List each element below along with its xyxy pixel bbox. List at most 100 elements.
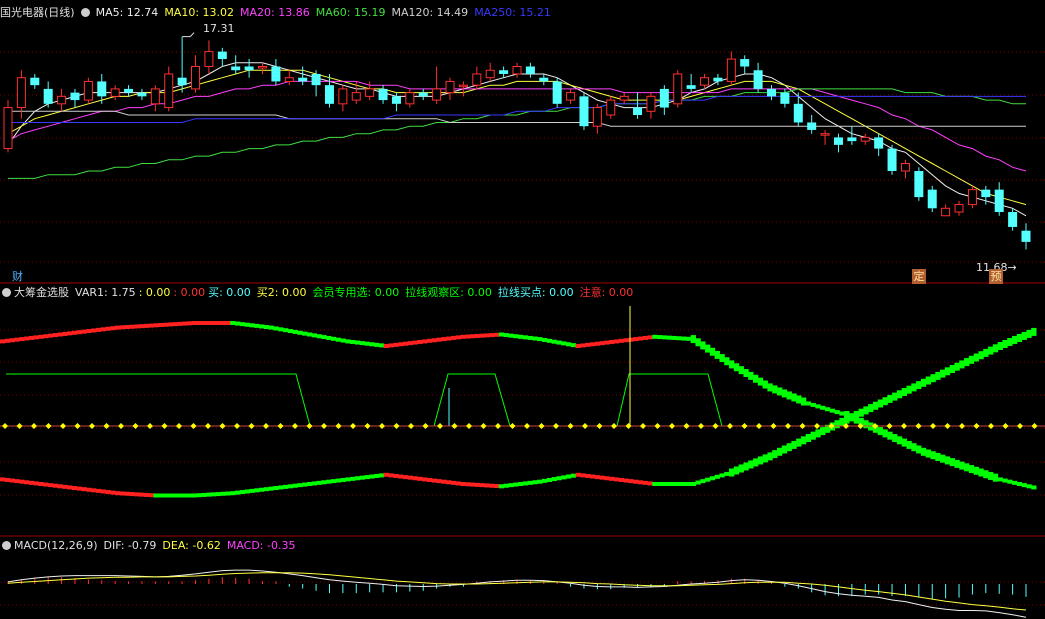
upper-band-segment [124, 325, 130, 330]
indicator-title: 大筹金选股 [14, 286, 69, 299]
lower-band-segment [729, 468, 735, 477]
upper-band-segment [378, 343, 385, 348]
lower-band-segment [412, 476, 418, 481]
diamond-marker [248, 423, 255, 429]
upper-band-segment [791, 393, 797, 402]
lower-band-segment [0, 477, 6, 482]
lower-band-segment [705, 477, 711, 482]
lower-band-segment [287, 484, 294, 489]
fixed-badge[interactable]: 定 [912, 269, 926, 284]
lower-band-segment [954, 362, 960, 371]
upper-band-segment [0, 339, 6, 344]
upper-band-segment [244, 322, 250, 327]
upper-band-segment [383, 344, 389, 348]
lower-band-segment [518, 482, 524, 486]
upper-band-segment [676, 336, 682, 341]
lower-band-segment [115, 491, 121, 496]
diamond-marker [654, 423, 661, 429]
upper-band-segment [100, 327, 107, 332]
diamond-marker [74, 423, 81, 429]
var1-label: VAR1: 1.75 [75, 286, 136, 299]
lower-band-segment [38, 482, 44, 486]
indicator-pane[interactable] [0, 306, 1045, 498]
candle-body [177, 77, 187, 86]
lower-band-segment [311, 481, 318, 486]
candle-body [365, 88, 375, 97]
lower-band-segment [43, 482, 49, 487]
candle-body [378, 88, 388, 101]
candle-body [981, 189, 991, 198]
lower-band-segment [4, 477, 11, 482]
upper-band-segment [196, 321, 202, 325]
upper-band-segment [153, 323, 159, 328]
upper-band-segment [1021, 483, 1027, 488]
high-marker [182, 32, 195, 38]
candle-body [633, 107, 643, 116]
lower-band-segment [983, 348, 989, 357]
lower-band-segment [911, 383, 917, 392]
lower-band-segment [95, 488, 102, 493]
upper-band-segment [489, 333, 495, 338]
upper-band-segment [824, 407, 831, 412]
forecast-badge[interactable]: 预 [989, 269, 1003, 284]
lower-band-segment [997, 342, 1003, 350]
upper-band-segment [388, 343, 394, 348]
lower-band-segment [33, 481, 39, 486]
upper-band-segment [983, 470, 989, 479]
settings-circle-icon[interactable] [2, 541, 11, 550]
lower-band-segment [239, 490, 246, 495]
upper-band-segment [19, 337, 25, 342]
upper-band-segment [796, 395, 802, 404]
candle-body [3, 107, 13, 150]
diamond-marker [16, 423, 23, 429]
lower-band-segment [14, 479, 20, 484]
settings-circle-icon[interactable] [80, 8, 90, 17]
upper-band-segment [316, 334, 322, 339]
upper-band-segment [67, 331, 73, 336]
upper-band-segment [575, 344, 581, 348]
settings-circle-icon[interactable] [2, 288, 11, 297]
lower-band-segment [652, 482, 658, 486]
lower-band-segment [565, 474, 572, 479]
upper-band-segment [350, 339, 356, 344]
upper-band-segment [470, 334, 476, 339]
candle-body [606, 99, 616, 116]
finance-badge[interactable]: 财 [12, 268, 23, 284]
lower-band-segment [19, 479, 25, 484]
macd-pane[interactable] [7, 569, 1027, 618]
upper-band-segment [292, 329, 298, 334]
lower-band-segment [868, 404, 874, 413]
lower-band-segment [757, 456, 764, 465]
upper-band-segment [800, 397, 807, 406]
candle-body [780, 92, 790, 104]
upper-band-segment [714, 350, 720, 359]
candlestick-pane[interactable] [3, 32, 1031, 250]
ma10-label: MA10: 13.02 [164, 6, 235, 19]
upper-band-segment [508, 333, 514, 338]
lower-band-segment [527, 480, 533, 485]
upper-band-segment [537, 337, 543, 342]
upper-band-segment [259, 324, 265, 329]
lower-band-segment [858, 408, 864, 417]
candle-body [298, 77, 308, 82]
lower-band-segment [182, 493, 188, 498]
upper-band-segment [273, 326, 279, 331]
upper-band-segment [177, 321, 183, 326]
lower-band-segment [354, 476, 361, 481]
lower-band-segment [940, 369, 946, 378]
lower-band-segment [978, 351, 984, 360]
candle-body [673, 73, 683, 105]
diamond-marker [45, 423, 52, 429]
diamond-marker [321, 423, 327, 429]
lower-band-segment [249, 488, 255, 493]
upper-band-segment [201, 321, 207, 325]
upper-band-segment [781, 389, 788, 398]
lower-band-segment [383, 472, 389, 477]
upper-band-segment [585, 342, 591, 347]
candle-body [592, 107, 602, 127]
upper-band-segment [441, 337, 447, 342]
upper-band-segment [484, 333, 490, 338]
lower-band-segment [244, 489, 250, 494]
lower-band-segment [47, 483, 54, 488]
lower-band-segment [335, 478, 342, 483]
